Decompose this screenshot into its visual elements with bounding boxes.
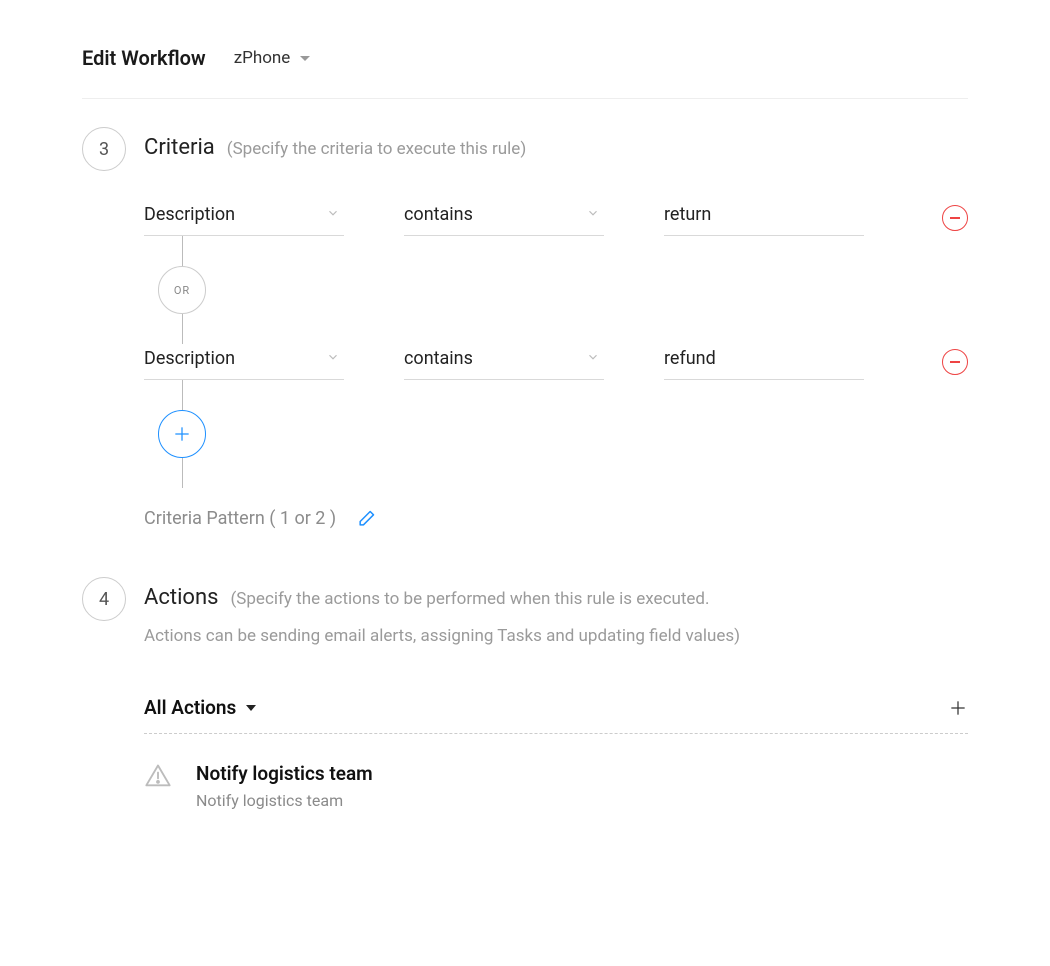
criteria-operator-select[interactable]: contains <box>404 200 604 236</box>
chevron-down-icon <box>326 206 340 220</box>
step-number-badge: 4 <box>82 577 126 621</box>
add-criteria-connector <box>158 380 206 488</box>
criteria-field-value: Description <box>144 348 235 369</box>
connector-line <box>182 458 183 488</box>
criteria-field-select[interactable]: Description <box>144 200 344 236</box>
criteria-operator-select[interactable]: contains <box>404 344 604 380</box>
edit-pattern-button[interactable] <box>356 509 376 529</box>
chevron-down-icon <box>586 350 600 364</box>
chevron-down-icon <box>326 350 340 364</box>
actions-title: Actions <box>144 585 218 610</box>
connector-operator-label: OR <box>174 284 190 297</box>
alert-triangle-icon <box>144 762 172 790</box>
connector-operator-toggle[interactable]: OR <box>158 266 206 314</box>
action-item[interactable]: Notify logistics team Notify logistics t… <box>144 762 968 810</box>
actions-section: 4 Actions (Specify the actions to be per… <box>82 577 968 810</box>
caret-down-icon <box>246 705 256 711</box>
plus-icon <box>172 424 192 444</box>
remove-criteria-button[interactable] <box>942 349 968 375</box>
criteria-connector: OR <box>158 236 206 344</box>
actions-filter-select[interactable]: All Actions <box>144 696 256 719</box>
actions-subtitle-line2: Actions can be sending email alerts, ass… <box>144 626 968 646</box>
criteria-operator-value: contains <box>404 204 473 225</box>
connector-line <box>182 380 183 410</box>
step-number-badge: 3 <box>82 127 126 171</box>
add-criteria-button[interactable] <box>158 410 206 458</box>
workflow-select-label: zPhone <box>234 48 291 68</box>
criteria-operator-value: contains <box>404 348 473 369</box>
criteria-section: 3 Criteria (Specify the criteria to exec… <box>82 127 968 529</box>
criteria-pattern-label: Criteria Pattern ( 1 or 2 ) <box>144 508 336 529</box>
criteria-field-value: Description <box>144 204 235 225</box>
page-title: Edit Workflow <box>82 46 206 70</box>
minus-icon <box>950 361 960 363</box>
criteria-field-select[interactable]: Description <box>144 344 344 380</box>
criteria-subtitle: (Specify the criteria to execute this ru… <box>227 139 526 159</box>
actions-subtitle-line1: (Specify the actions to be performed whe… <box>230 589 709 609</box>
remove-criteria-button[interactable] <box>942 205 968 231</box>
actions-toolbar: All Actions <box>144 696 968 734</box>
chevron-down-icon <box>586 206 600 220</box>
criteria-pattern-row: Criteria Pattern ( 1 or 2 ) <box>144 508 968 529</box>
criteria-title: Criteria <box>144 135 215 160</box>
pencil-icon <box>356 509 376 529</box>
connector-line <box>182 314 183 344</box>
action-item-subtitle: Notify logistics team <box>196 791 373 810</box>
actions-filter-label: All Actions <box>144 696 236 719</box>
criteria-value-input[interactable] <box>664 344 864 380</box>
plus-icon <box>948 698 968 718</box>
action-item-title: Notify logistics team <box>196 762 373 785</box>
criteria-row: Description contains <box>144 200 968 236</box>
caret-down-icon <box>300 56 310 61</box>
criteria-row: Description contains <box>144 344 968 380</box>
workflow-select[interactable]: zPhone <box>234 48 311 68</box>
add-action-button[interactable] <box>948 698 968 718</box>
criteria-value-input[interactable] <box>664 200 864 236</box>
minus-icon <box>950 217 960 219</box>
page-header: Edit Workflow zPhone <box>82 46 968 99</box>
connector-line <box>182 236 183 266</box>
